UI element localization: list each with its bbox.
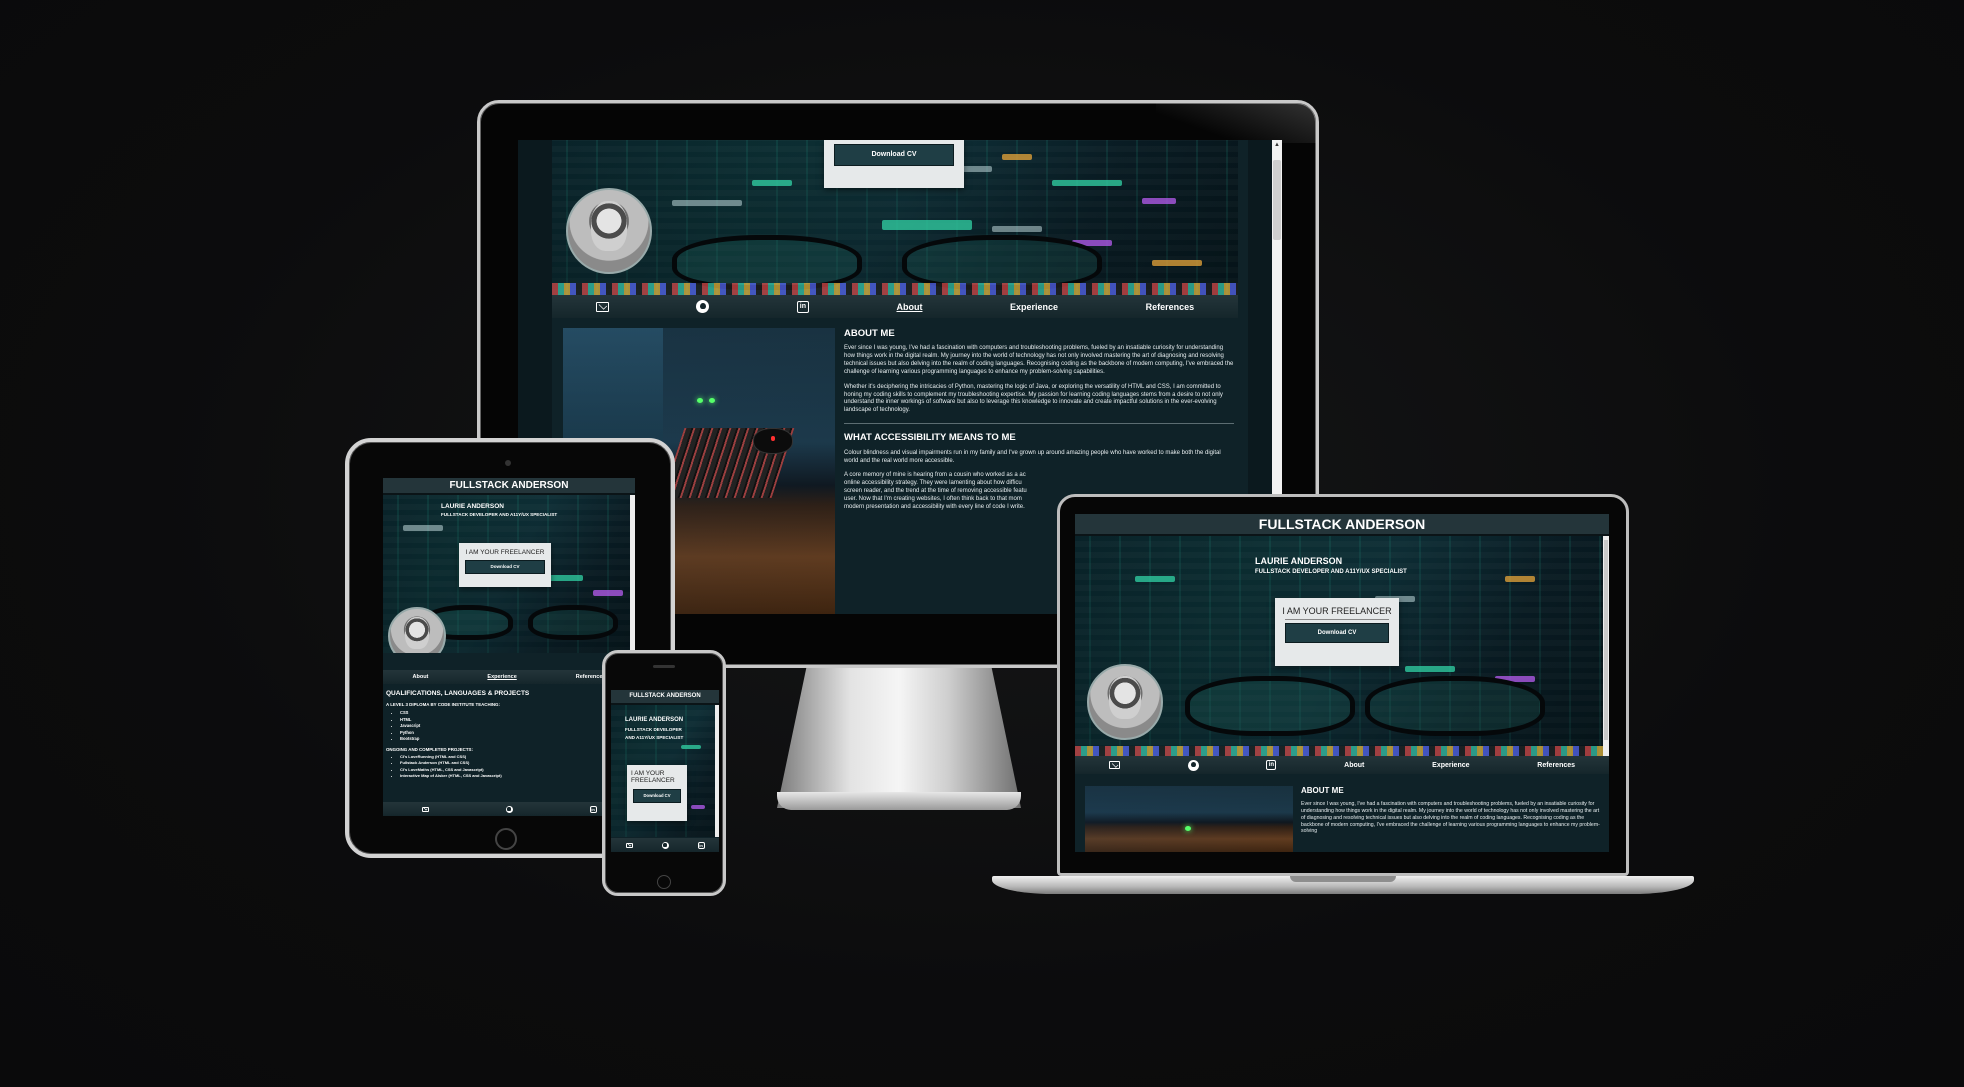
- about-paragraph-1: Ever since I was young, I've had a fasci…: [1301, 801, 1600, 835]
- linkedin-icon[interactable]: [697, 841, 705, 849]
- laptop-role: FULLSTACK DEVELOPER AND A11Y/UX SPECIALI…: [1255, 569, 1407, 575]
- cv-box: I AM YOUR FREELANCER Download CV: [627, 765, 687, 821]
- laptop-navbar: About Experience References: [1075, 756, 1609, 774]
- envelope-icon[interactable]: [625, 842, 633, 848]
- scrollbar[interactable]: [630, 495, 635, 653]
- github-icon[interactable]: [505, 805, 513, 813]
- tablet-role: FULLSTACK DEVELOPER AND A11Y/UX SPECIALI…: [441, 512, 558, 517]
- nav-link-about[interactable]: About: [896, 302, 922, 312]
- phone-screen: FULLSTACK ANDERSON LAURIE ANDERSON FULLS…: [611, 690, 719, 852]
- cv-box: I AM YOUR FREELANCER Download CV: [1275, 598, 1399, 666]
- a11y-line: user. Now that I'm creating websites, I …: [844, 495, 1022, 502]
- tablet-brand: FULLSTACK ANDERSON: [383, 478, 635, 495]
- nav-link-experience[interactable]: Experience: [1432, 762, 1469, 769]
- laptop-about-section: ABOUT ME Ever since I was young, I've ha…: [1301, 786, 1601, 835]
- projects-list: CI's LoveRunning (HTML and CSS) Fullstac…: [386, 754, 626, 780]
- tablet-screen: FULLSTACK ANDERSON LAURIE ANDERSON FULLS…: [383, 478, 635, 816]
- phone-role-line-2: AND A11Y/UX SPECIALIST: [625, 735, 684, 740]
- nav-link-experience[interactable]: Experience: [1010, 302, 1058, 312]
- desk-photo: [1085, 786, 1293, 852]
- download-cv-button[interactable]: Download CV: [1285, 623, 1389, 643]
- nav-link-experience[interactable]: Experience: [487, 674, 516, 680]
- about-paragraph-1: Ever since I was young, I've had a fasci…: [844, 345, 1234, 375]
- a11y-line: A core memory of mine is hearing from a …: [844, 472, 1026, 479]
- tablet-tagline: I AM YOUR FREELANCER: [465, 549, 545, 556]
- desktop-navbar: About Experience References: [552, 295, 1238, 318]
- accessibility-title: WHAT ACCESSIBILITY MEANS TO ME: [844, 432, 1016, 444]
- github-icon[interactable]: [1187, 759, 1199, 771]
- scrollbar[interactable]: [715, 705, 719, 837]
- phone-name: LAURIE ANDERSON: [625, 717, 684, 723]
- laptop-brand: FULLSTACK ANDERSON: [1075, 514, 1609, 536]
- download-cv-button[interactable]: Download CV: [465, 560, 545, 574]
- list-item: Interactive Map of Alsker (HTML, CSS and…: [400, 773, 626, 779]
- linkedin-icon[interactable]: [796, 300, 809, 313]
- cv-box: Download CV: [824, 140, 964, 188]
- phone-brand: FULLSTACK ANDERSON: [611, 690, 719, 705]
- linkedin-icon[interactable]: [589, 805, 597, 813]
- nav-link-references[interactable]: References: [1537, 762, 1575, 769]
- about-paragraph-2: Whether it's deciphering the intricacies…: [844, 383, 1223, 414]
- laptop-screen: FULLSTACK ANDERSON LAURIE ANDERSON FULLS…: [1075, 514, 1609, 852]
- linkedin-icon[interactable]: [1266, 760, 1277, 770]
- laptop-hero: LAURIE ANDERSON FULLSTACK DEVELOPER AND …: [1075, 536, 1609, 756]
- github-icon[interactable]: [661, 841, 669, 849]
- laptop-tagline: I AM YOUR FREELANCER: [1282, 606, 1392, 616]
- download-cv-button[interactable]: Download CV: [633, 789, 681, 803]
- nav-link-references[interactable]: References: [1146, 302, 1195, 312]
- tablet-hero: LAURIE ANDERSON FULLSTACK DEVELOPER AND …: [383, 495, 635, 653]
- phone-role-line-1: FULLSTACK DEVELOPER: [625, 727, 682, 732]
- projects-heading: ONGOING AND COMPLETED PROJECTS:: [386, 746, 473, 752]
- list-item: Bootstrap: [400, 736, 626, 743]
- nav-link-about[interactable]: About: [1344, 762, 1364, 769]
- qualifications-section: QUALIFICATIONS, LANGUAGES & PROJECTS A L…: [386, 690, 626, 779]
- envelope-icon[interactable]: [421, 806, 429, 812]
- github-icon[interactable]: [696, 300, 710, 313]
- mockup-stage: ▲ Download CV in About Experience Refere…: [0, 0, 1964, 1087]
- about-title: ABOUT ME: [1301, 786, 1344, 795]
- phone-tagline-line-1: I AM YOUR: [631, 770, 665, 777]
- download-cv-button[interactable]: Download CV: [834, 144, 954, 166]
- about-title: ABOUT ME: [844, 328, 895, 339]
- avatar: [1087, 664, 1163, 740]
- tablet-name: LAURIE ANDERSON: [441, 503, 504, 510]
- desktop-hero: Download CV: [552, 140, 1238, 295]
- nav-link-about[interactable]: About: [413, 674, 429, 680]
- qualifications-title: QUALIFICATIONS, LANGUAGES & PROJECTS: [386, 690, 530, 697]
- laptop-name: LAURIE ANDERSON: [1255, 556, 1343, 566]
- nav-link-references[interactable]: References: [576, 674, 606, 680]
- a11y-line: online accessibility strategy. They were…: [844, 479, 1022, 486]
- scrollbar[interactable]: [1603, 536, 1609, 756]
- envelope-icon[interactable]: [595, 301, 609, 312]
- a11y-line: modern presentation and accessibility wi…: [844, 503, 1025, 510]
- phone-footer: [611, 838, 719, 852]
- monitor-stand: [777, 668, 1021, 808]
- cv-box: I AM YOUR FREELANCER Download CV: [459, 543, 551, 587]
- envelope-icon[interactable]: [1108, 761, 1120, 769]
- phone-tagline-line-2: FREELANCER: [631, 777, 675, 784]
- accessibility-paragraph-1: Colour blindness and visual impairments …: [844, 450, 1221, 465]
- languages-list: CSS HTML Javascript Python Bootstrap: [386, 710, 626, 743]
- avatar: [566, 188, 652, 274]
- tablet-navbar: About Experience References: [383, 670, 635, 684]
- diploma-heading: A LEVEL 3 DIPLOMA BY CODE INSTITUTE TEAC…: [386, 702, 500, 707]
- phone-hero: LAURIE ANDERSON FULLSTACK DEVELOPER AND …: [611, 705, 719, 837]
- a11y-line: screen reader, and the trend at the time…: [844, 487, 1027, 494]
- tablet-footer: [383, 802, 635, 816]
